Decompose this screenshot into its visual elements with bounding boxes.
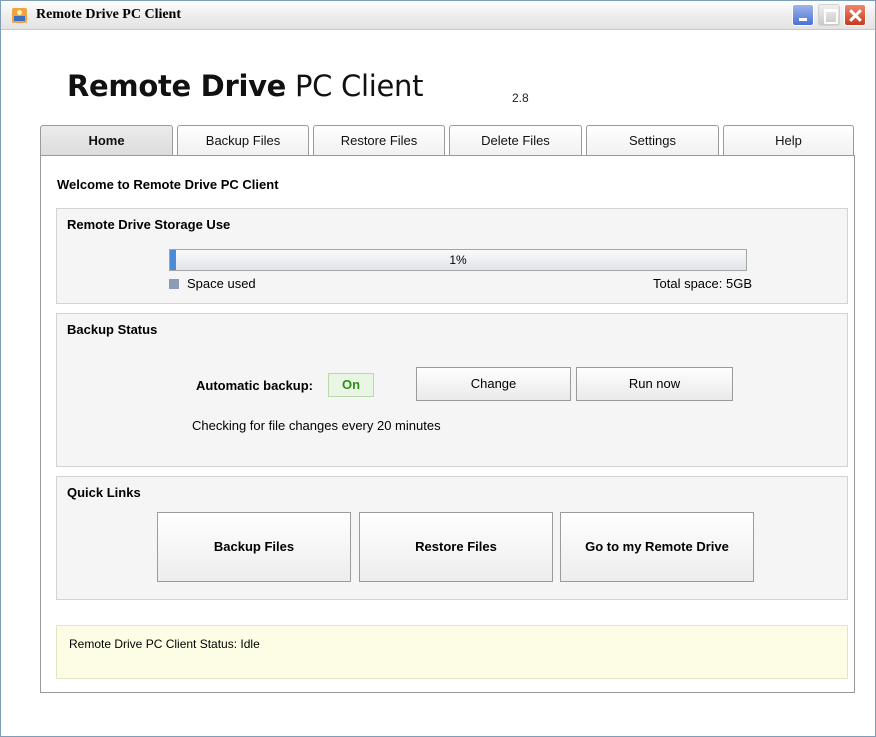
automatic-backup-label: Automatic backup: [196,378,314,393]
quick-restore-files-button[interactable]: Restore Files [359,512,553,582]
maximize-button[interactable] [818,4,840,26]
tab-home[interactable]: Home [40,125,173,156]
backup-status-panel: Backup Status Automatic backup: On Chang… [56,313,848,467]
quick-links-title: Quick Links [67,485,141,500]
close-button[interactable] [844,4,866,26]
welcome-heading: Welcome to Remote Drive PC Client [57,177,279,192]
tab-settings[interactable]: Settings [586,125,719,155]
backup-status-title: Backup Status [67,322,158,337]
tab-backup-files[interactable]: Backup Files [177,125,309,155]
storage-percent: 1% [449,253,467,267]
run-now-button[interactable]: Run now [576,367,733,401]
title-bar[interactable]: Remote Drive PC Client [1,1,875,30]
space-used-label: Space used [187,276,256,291]
storage-panel: Remote Drive Storage Use 1% Space used T… [56,208,848,304]
go-to-remote-drive-button[interactable]: Go to my Remote Drive [560,512,754,582]
window-title: Remote Drive PC Client [36,7,182,22]
storage-title: Remote Drive Storage Use [67,217,231,232]
logo-bold: Remote Drive [67,69,287,103]
tab-delete-files[interactable]: Delete Files [449,125,582,155]
app-logo: Remote Drive PC Client [67,69,424,103]
total-space-label: Total space: 5GB [653,276,752,291]
logo-light: PC Client [294,69,424,103]
tab-restore-files[interactable]: Restore Files [313,125,445,155]
tab-help[interactable]: Help [723,125,854,155]
checking-interval-text: Checking for file changes every 20 minut… [192,418,441,433]
quick-links-panel: Quick Links Backup Files Restore Files G… [56,476,848,600]
minimize-button[interactable] [792,4,814,26]
space-used-swatch [169,279,179,289]
tab-bar: Home Backup Files Restore Files Delete F… [40,125,855,156]
app-window: Remote Drive PC Client Remote Drive PC C… [0,0,876,737]
status-bar: Remote Drive PC Client Status: Idle [56,625,848,679]
quick-backup-files-button[interactable]: Backup Files [157,512,351,582]
backup-state-badge: On [328,373,374,397]
app-icon [12,8,27,23]
client-status-text: Remote Drive PC Client Status: Idle [69,637,260,651]
change-button[interactable]: Change [416,367,571,401]
version-label: 2.8 [512,91,529,105]
home-content: Welcome to Remote Drive PC Client Remote… [40,155,855,693]
storage-progress-bar: 1% [169,249,747,271]
